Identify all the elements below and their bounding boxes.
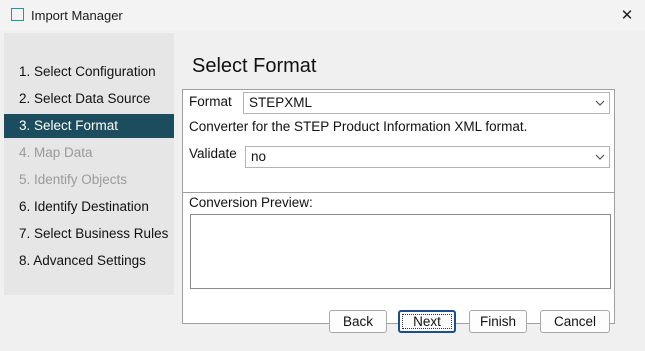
- step-advanced-settings[interactable]: 8. Advanced Settings: [4, 249, 174, 273]
- format-select-value: STEPXML: [249, 95, 313, 110]
- window-title: Import Manager: [31, 8, 123, 23]
- finish-button[interactable]: Finish: [469, 310, 527, 333]
- validate-label: Validate: [189, 146, 237, 161]
- back-button[interactable]: Back: [329, 310, 387, 333]
- conversion-preview-area[interactable]: [190, 214, 611, 289]
- title-bar: Import Manager ✕: [0, 0, 645, 31]
- format-label: Format: [189, 94, 232, 109]
- step-identify-objects: 5. Identify Objects: [19, 172, 128, 187]
- cancel-button[interactable]: Cancel: [540, 310, 610, 333]
- format-panel: Format STEPXML Converter for the STEP Pr…: [182, 89, 615, 324]
- close-icon[interactable]: ✕: [613, 4, 641, 26]
- format-select[interactable]: STEPXML: [243, 92, 610, 114]
- page-title: Select Format: [192, 55, 317, 77]
- panel-divider: [183, 192, 614, 193]
- step-map-data: 4. Map Data: [19, 145, 93, 160]
- dialog-body: 1. Select Configuration 2. Select Data S…: [0, 31, 645, 351]
- back-button-label: Back: [342, 314, 373, 329]
- window-app-icon: [11, 8, 24, 21]
- step-select-data-source[interactable]: 2. Select Data Source: [4, 87, 174, 111]
- chevron-down-icon: [595, 100, 605, 106]
- step-select-business-rules[interactable]: 7. Select Business Rules: [4, 222, 174, 246]
- next-button-label: Next: [413, 314, 441, 329]
- validate-select[interactable]: no: [245, 146, 610, 168]
- step-select-configuration[interactable]: 1. Select Configuration: [4, 60, 174, 84]
- next-button[interactable]: Next: [398, 310, 456, 333]
- step-select-format[interactable]: 3. Select Format: [4, 114, 174, 138]
- finish-button-label: Finish: [479, 314, 516, 329]
- step-identify-destination[interactable]: 6. Identify Destination: [4, 195, 174, 219]
- validate-select-value: no: [251, 149, 267, 164]
- cancel-button-label: Cancel: [553, 314, 597, 329]
- chevron-down-icon: [595, 154, 605, 160]
- format-description: Converter for the STEP Product Informati…: [189, 119, 528, 134]
- wizard-steps-sidebar: 1. Select Configuration 2. Select Data S…: [4, 33, 174, 295]
- conversion-preview-label: Conversion Preview:: [189, 195, 313, 210]
